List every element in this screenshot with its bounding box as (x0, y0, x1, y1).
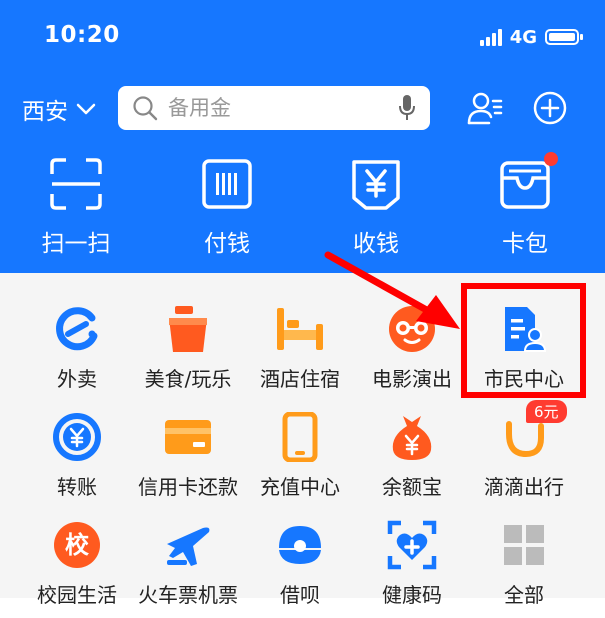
service-label: 借呗 (280, 583, 320, 607)
city-selector[interactable]: 西安 (22, 92, 96, 126)
status-icons: 4G (479, 24, 583, 50)
app-header: 10:20 4G 西安 备用金 扫一扫 付钱 收钱 卡包 (0, 0, 605, 273)
money-bag-icon (392, 416, 432, 460)
notification-dot (544, 152, 558, 166)
didi-promo-badge: 6元 (526, 400, 567, 423)
card-wallet-button[interactable]: 卡包 (465, 152, 585, 258)
service-label: 美食/玩乐 (144, 367, 232, 391)
service-label: 酒店住宿 (260, 367, 340, 391)
signal-icon (479, 28, 502, 46)
search-input[interactable] (166, 95, 380, 121)
service-transfer[interactable]: 转账 (17, 411, 137, 500)
pay-label: 付钱 (204, 231, 250, 257)
service-food-fun[interactable]: 美食/玩乐 (128, 303, 248, 392)
card-wallet-label: 卡包 (502, 231, 548, 257)
service-label: 电影演出 (372, 367, 452, 391)
service-takeout[interactable]: 外卖 (17, 303, 137, 392)
service-label: 滴滴出行 (484, 475, 564, 499)
service-top-up[interactable]: 充值中心 (240, 411, 360, 500)
service-label: 充值中心 (260, 475, 340, 499)
add-icon[interactable] (533, 91, 567, 125)
service-jiebei[interactable]: 借呗 (240, 519, 360, 608)
plane-icon (167, 527, 210, 566)
microphone-icon[interactable] (398, 94, 416, 122)
status-time: 10:20 (44, 22, 120, 48)
cup-icon (169, 306, 207, 352)
service-label: 信用卡还款 (138, 475, 238, 499)
highlight-box (461, 283, 586, 398)
search-bar[interactable] (118, 86, 430, 130)
service-label: 余额宝 (382, 475, 442, 499)
scan-button[interactable]: 扫一扫 (16, 158, 136, 258)
eleme-icon (56, 307, 98, 351)
credit-card-icon (165, 420, 211, 454)
transfer-icon (53, 413, 101, 461)
pay-button[interactable]: 付钱 (167, 158, 287, 258)
wallet-icon (500, 161, 550, 209)
jiebei-icon (279, 526, 321, 564)
service-label: 校园生活 (37, 583, 117, 607)
service-label: 转账 (57, 475, 97, 499)
service-all[interactable]: 全部 (464, 519, 584, 608)
school-icon: 校 (54, 522, 100, 568)
health-code-icon (387, 520, 437, 570)
yuan-receive-icon (352, 160, 400, 210)
service-health-code[interactable]: 健康码 (352, 519, 472, 608)
bed-icon (277, 308, 323, 350)
network-type: 4G (509, 26, 537, 48)
phone-icon (282, 412, 318, 462)
grid-icon (504, 525, 544, 565)
search-icon (133, 96, 158, 121)
city-name: 西安 (22, 99, 68, 125)
service-campus[interactable]: 校 校园生活 (17, 519, 137, 608)
service-tickets[interactable]: 火车票机票 (128, 519, 248, 608)
scan-label: 扫一扫 (41, 231, 111, 257)
contacts-icon[interactable] (467, 91, 503, 125)
service-label: 全部 (504, 583, 544, 607)
receive-button[interactable]: 收钱 (316, 158, 436, 258)
service-label: 火车票机票 (138, 583, 238, 607)
service-credit-card[interactable]: 信用卡还款 (128, 411, 248, 500)
service-yuebao[interactable]: 余额宝 (352, 411, 472, 500)
battery-icon (545, 29, 583, 45)
scan-icon (50, 158, 102, 210)
chevron-down-icon (76, 103, 96, 115)
service-didi[interactable]: 滴滴出行 (464, 411, 584, 500)
service-label: 外卖 (57, 367, 97, 391)
service-label: 健康码 (382, 583, 442, 607)
annotation-arrow (324, 251, 460, 329)
barcode-icon (202, 159, 252, 209)
